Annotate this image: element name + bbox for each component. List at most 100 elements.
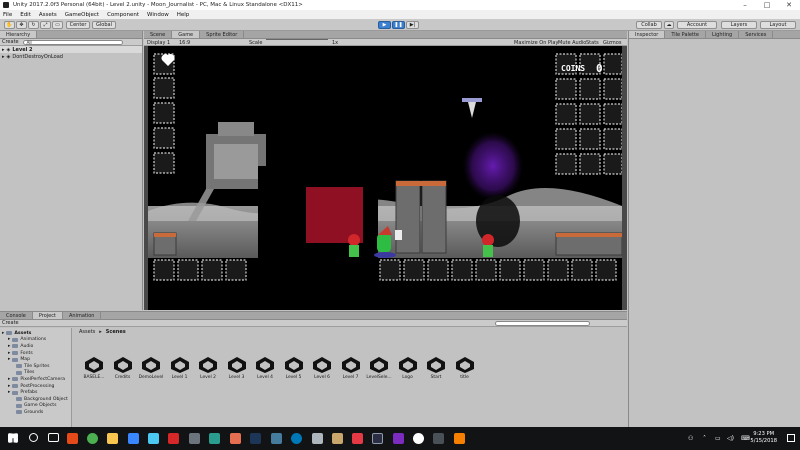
layers-dropdown[interactable]: Layers [721, 21, 757, 29]
folder-tree-item[interactable]: Background Object [14, 396, 68, 403]
blender-icon[interactable] [454, 433, 465, 444]
people-icon[interactable]: ⚇ [688, 435, 693, 442]
game-canvas[interactable]: COINS 0 [148, 46, 622, 310]
network-icon[interactable]: ▭ [715, 435, 721, 442]
windows-start-icon[interactable] [8, 433, 18, 443]
folder-tree-item[interactable]: Grounds [14, 409, 43, 416]
display-dropdown[interactable]: Display 1 [147, 39, 170, 46]
scene-asset[interactable]: Level 7 [338, 356, 364, 380]
tab-hierarchy[interactable]: Hierarchy [0, 31, 38, 38]
app-reddot-icon[interactable] [352, 433, 363, 444]
tab-tile-palette[interactable]: Tile Palette [665, 31, 706, 38]
vscode-icon[interactable] [250, 433, 261, 444]
folder-tree-item[interactable]: ▸ Assets [2, 330, 31, 337]
folder-tree-item[interactable]: Tile Sprites [14, 363, 50, 370]
pivot-global-toggle[interactable]: Global [92, 21, 116, 29]
expand-arrow-icon[interactable]: ▸ [8, 377, 10, 382]
breadcrumb-scenes[interactable]: Scenes [106, 329, 126, 335]
mute-audio-toggle[interactable]: Mute Audio [558, 39, 586, 46]
tab-game[interactable]: Game [172, 31, 201, 38]
expand-arrow-icon[interactable]: ▸ [8, 384, 10, 389]
tab-console[interactable]: Console [0, 312, 33, 319]
app-dark-icon[interactable] [372, 433, 383, 444]
expand-arrow-icon[interactable]: ▸ [8, 357, 10, 362]
menu-file[interactable]: File [3, 12, 12, 18]
app-circle-icon[interactable] [291, 433, 302, 444]
expand-arrow-icon[interactable]: ▸ [2, 54, 5, 60]
tab-animation[interactable]: Animation [63, 312, 102, 319]
tab-inspector[interactable]: Inspector [629, 31, 666, 38]
collab-dropdown[interactable]: Collab [636, 21, 662, 29]
hierarchy-search-input[interactable]: All [22, 39, 123, 45]
folder-tree-item[interactable]: ▸ PixelPerfectCamera [8, 376, 65, 383]
scene-asset[interactable]: BASELE... [81, 356, 107, 380]
notifications-icon[interactable] [787, 434, 795, 442]
move-tool-icon[interactable]: ✥ [16, 21, 27, 29]
scene-asset[interactable]: Level 6 [309, 356, 335, 380]
visual-studio-icon[interactable] [393, 433, 404, 444]
scene-asset[interactable]: Level 1 [167, 356, 193, 380]
folder-tree-item[interactable]: Tiles [14, 370, 34, 377]
scene-asset[interactable]: DemoLevel [138, 356, 164, 380]
tab-sprite-editor[interactable]: Sprite Editor [200, 31, 245, 38]
minimize-icon[interactable]: – [734, 0, 756, 10]
scale-slider[interactable] [266, 39, 328, 46]
tab-scene[interactable]: Scene [144, 31, 173, 38]
photos-icon[interactable] [148, 433, 159, 444]
scene-asset[interactable]: Credits [110, 356, 136, 380]
folder-tree-item[interactable]: Game Objects [14, 403, 57, 410]
app-teal-icon[interactable] [209, 433, 220, 444]
hierarchy-create-button[interactable]: Create [2, 39, 19, 45]
tab-services[interactable]: Services [739, 31, 774, 38]
folder-tree-item[interactable]: ▸ Map [8, 356, 30, 363]
rect-tool-icon[interactable]: ▭ [52, 21, 63, 29]
folder-tree-item[interactable]: ▸ PostProcessing [8, 383, 54, 390]
step-button[interactable]: ▶| [406, 21, 419, 29]
expand-arrow-icon[interactable]: ▸ [8, 390, 10, 395]
app-light-icon[interactable] [312, 433, 323, 444]
pivot-center-toggle[interactable]: Center [66, 21, 90, 29]
expand-arrow-icon[interactable]: ▸ [2, 331, 4, 336]
maximize-icon[interactable]: □ [756, 0, 778, 10]
cortana-icon[interactable] [29, 433, 38, 442]
expand-arrow-icon[interactable]: ▸ [2, 47, 5, 53]
app-gray-icon[interactable] [189, 433, 200, 444]
scene-asset[interactable]: Level 2 [195, 356, 221, 380]
menu-assets[interactable]: Assets [39, 12, 57, 18]
scene-asset[interactable]: Level 3 [224, 356, 250, 380]
menu-edit[interactable]: Edit [20, 12, 31, 18]
app-blue-icon[interactable] [271, 433, 282, 444]
menu-component[interactable]: Component [107, 12, 139, 18]
app-red-icon[interactable] [168, 433, 179, 444]
breadcrumb-assets[interactable]: Assets [79, 329, 95, 335]
folder-tree-item[interactable]: ▸ Prefabs [8, 389, 37, 396]
scene-asset[interactable]: Logo [395, 356, 421, 380]
tab-project[interactable]: Project [32, 312, 63, 319]
stats-toggle[interactable]: Stats [586, 39, 599, 46]
rotate-tool-icon[interactable]: ↻ [28, 21, 39, 29]
cloud-icon[interactable]: ☁ [664, 21, 674, 29]
app-tan-icon[interactable] [332, 433, 343, 444]
folder-tree-item[interactable]: ▸ Fonts [8, 350, 33, 357]
volume-icon[interactable]: ◁) [727, 435, 734, 442]
keyboard-icon[interactable]: ⌨ [741, 435, 750, 442]
layout-dropdown[interactable]: Layout [760, 21, 796, 29]
file-explorer-icon[interactable] [107, 433, 118, 444]
account-dropdown[interactable]: Account [677, 21, 717, 29]
menu-window[interactable]: Window [147, 12, 169, 18]
gizmos-dropdown[interactable]: Gizmos [603, 39, 621, 46]
hierarchy-row[interactable]: ▸ ◈ Level 2 [0, 46, 142, 53]
task-view-icon[interactable] [48, 433, 59, 442]
scale-tool-icon[interactable]: ⤢ [40, 21, 51, 29]
chrome-icon[interactable] [87, 433, 98, 444]
expand-arrow-icon[interactable]: ▸ [8, 344, 10, 349]
expand-arrow-icon[interactable]: ▸ [8, 337, 10, 342]
expand-arrow-icon[interactable]: ▸ [8, 351, 10, 356]
system-clock[interactable]: 9:23 PM 5/15/2018 [750, 431, 777, 445]
scene-asset[interactable]: LevelSele... [366, 356, 392, 380]
scene-asset[interactable]: title [452, 356, 478, 380]
menu-help[interactable]: Help [177, 12, 190, 18]
hand-tool-icon[interactable]: ✋ [4, 21, 15, 29]
hierarchy-row[interactable]: ▸ ◈ DontDestroyOnLoad [0, 53, 142, 60]
play-button[interactable]: ▶ [378, 21, 391, 29]
